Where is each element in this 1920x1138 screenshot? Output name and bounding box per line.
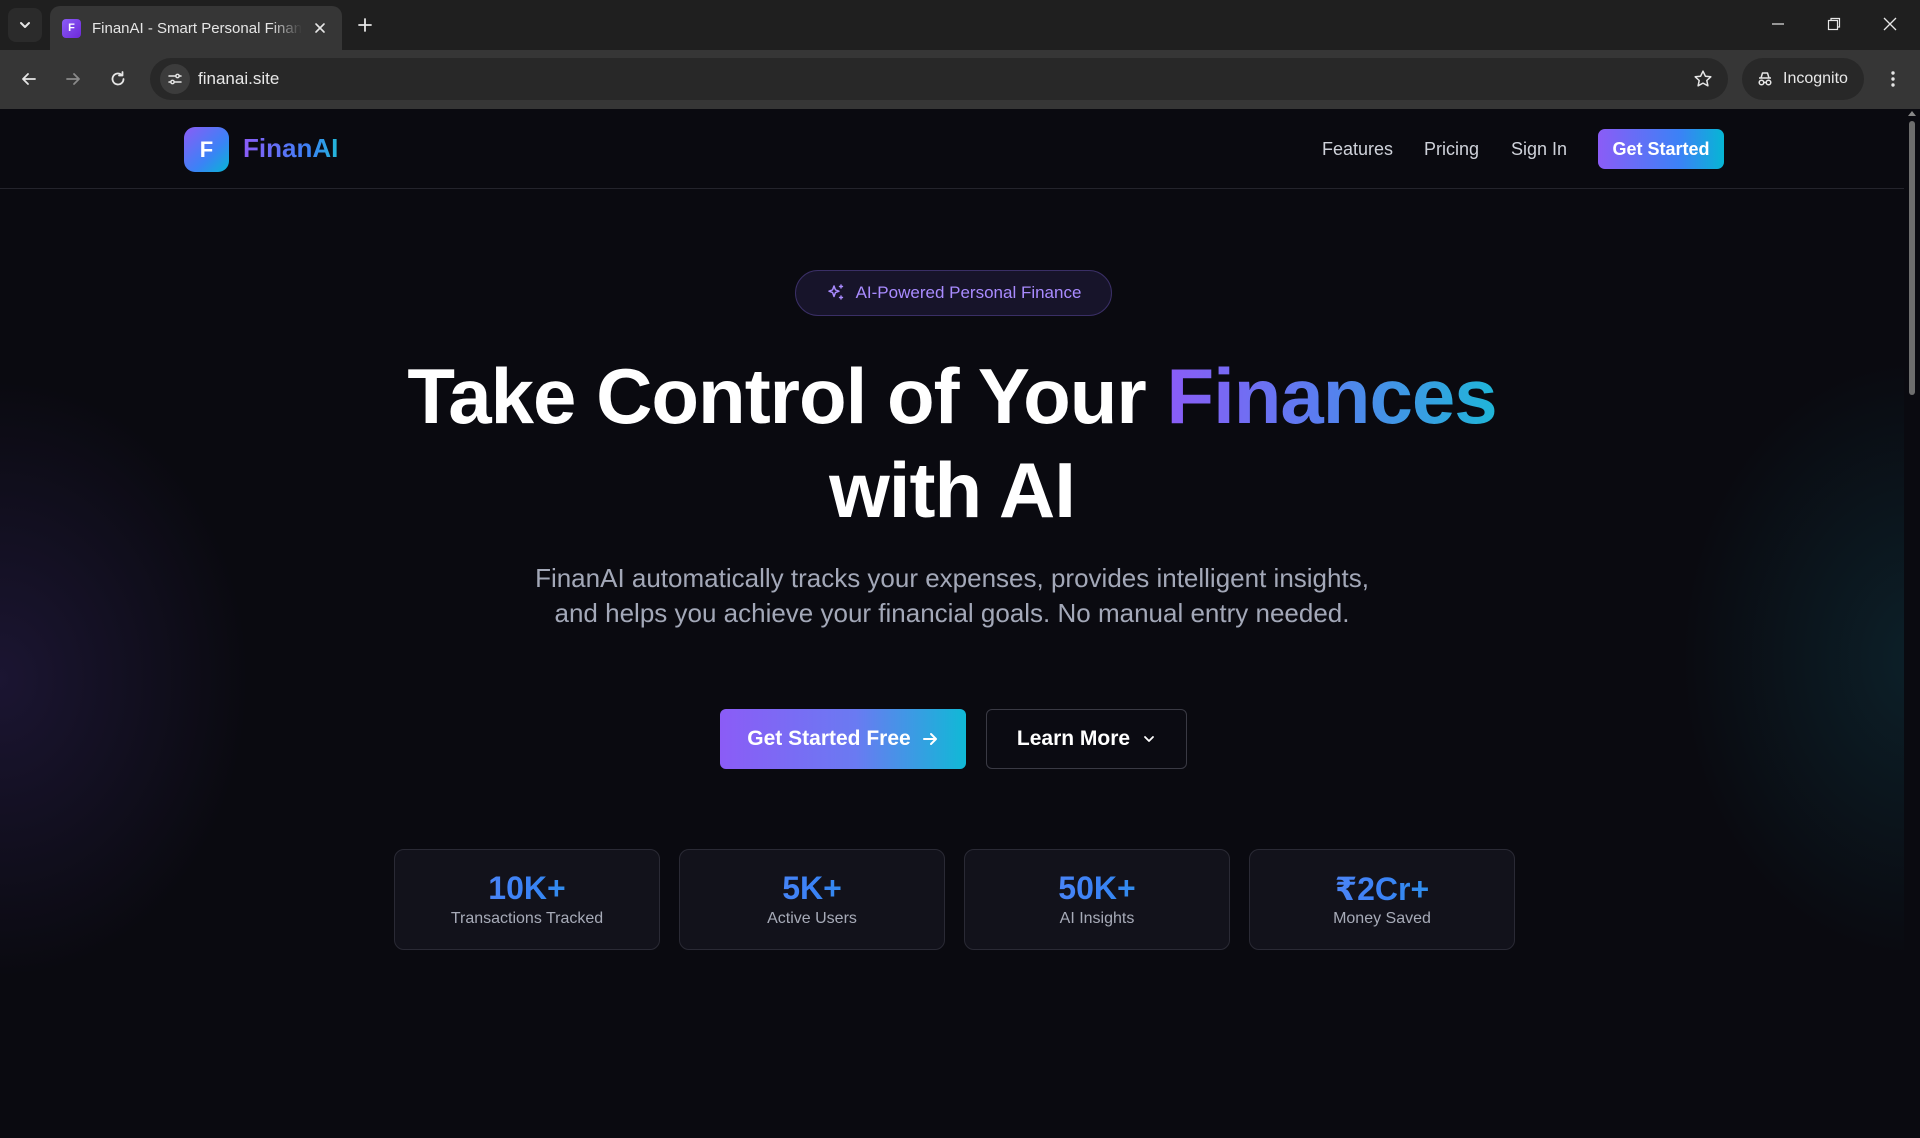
restore-icon — [1827, 17, 1841, 31]
minimize-icon — [1772, 23, 1784, 25]
nav-link-sign-in[interactable]: Sign In — [1511, 139, 1567, 160]
close-icon — [315, 23, 325, 33]
browser-tab-bar: F FinanAI - Smart Personal Finance — [0, 0, 1920, 50]
stat-label: Active Users — [767, 910, 857, 927]
more-vertical-icon — [1891, 71, 1895, 87]
hero-badge: AI-Powered Personal Finance — [795, 270, 1112, 316]
get-started-free-button[interactable]: Get Started Free — [720, 709, 966, 769]
tab-title: FinanAI - Smart Personal Finance — [92, 19, 302, 37]
chevron-down-icon — [20, 22, 30, 28]
stat-card-users: 5K+ Active Users — [679, 849, 945, 950]
stat-value: ₹2Cr+ — [1250, 870, 1514, 908]
browser-toolbar: finanai.site Incognito — [0, 50, 1920, 109]
sparkles-icon — [827, 284, 843, 300]
incognito-icon — [1758, 72, 1772, 86]
get-started-free-label: Get Started Free — [747, 727, 911, 750]
close-icon — [1883, 17, 1897, 31]
chevron-down-icon — [1144, 736, 1154, 742]
browser-tab-active[interactable]: F FinanAI - Smart Personal Finance — [50, 6, 342, 50]
tune-icon — [168, 73, 182, 85]
reload-icon — [111, 71, 125, 86]
address-bar[interactable]: finanai.site — [150, 58, 1728, 100]
restore-button[interactable] — [1806, 0, 1862, 48]
new-tab-button[interactable] — [352, 12, 378, 38]
stat-label: Money Saved — [1333, 910, 1431, 927]
stat-value: 50K+ — [965, 870, 1229, 907]
star-icon — [1694, 70, 1712, 87]
page-scrollbar[interactable] — [1904, 109, 1920, 1138]
arrow-left-icon — [22, 73, 36, 85]
scroll-up-arrow-icon[interactable] — [1908, 111, 1916, 116]
site-info-button[interactable] — [160, 64, 190, 94]
incognito-indicator[interactable]: Incognito — [1742, 58, 1864, 100]
forward-button[interactable] — [56, 62, 90, 96]
stat-value: 10K+ — [395, 870, 659, 907]
hero-badge-label: AI-Powered Personal Finance — [855, 283, 1082, 302]
scrollbar-thumb[interactable] — [1909, 121, 1915, 395]
stat-value: 5K+ — [680, 870, 944, 907]
arrow-right-icon — [66, 73, 80, 85]
headline-highlight: Finances — [1166, 352, 1497, 440]
arrow-right-icon — [922, 733, 937, 745]
learn-more-button[interactable]: Learn More — [986, 709, 1187, 769]
stat-card-transactions: 10K+ Transactions Tracked — [394, 849, 660, 950]
bookmark-button[interactable] — [1692, 68, 1714, 90]
site-header: F FinanAI Features Pricing Sign In Get S… — [0, 109, 1904, 189]
learn-more-label: Learn More — [1016, 727, 1131, 750]
close-window-button[interactable] — [1862, 0, 1918, 48]
hero-description: FinanAI automatically tracks your expens… — [535, 563, 1369, 628]
plus-icon — [358, 18, 372, 32]
logo-icon[interactable]: F — [184, 127, 229, 172]
headline-text: Take Control of Your — [407, 352, 1167, 440]
headline-line-two: with AI — [829, 446, 1076, 534]
stat-label: Transactions Tracked — [450, 910, 604, 927]
hero-headline: Take Control of Your Finances with AI — [0, 349, 1904, 537]
minimize-button[interactable] — [1750, 0, 1806, 48]
url-text[interactable]: finanai.site — [198, 69, 279, 89]
get-started-button[interactable]: Get Started — [1598, 129, 1724, 169]
nav-link-features[interactable]: Features — [1322, 139, 1393, 160]
incognito-label: Incognito — [1783, 70, 1848, 87]
brand-name[interactable]: FinanAI — [243, 133, 338, 164]
tab-favicon-icon: F — [62, 18, 81, 38]
stat-label: AI Insights — [1059, 910, 1135, 927]
tab-search-button[interactable] — [8, 8, 42, 42]
stat-card-insights: 50K+ AI Insights — [964, 849, 1230, 950]
tab-close-button[interactable] — [310, 18, 330, 38]
reload-button[interactable] — [101, 62, 135, 96]
nav-link-pricing[interactable]: Pricing — [1424, 139, 1479, 160]
back-button[interactable] — [12, 62, 46, 96]
page-viewport: F FinanAI Features Pricing Sign In Get S… — [0, 109, 1920, 1138]
stat-card-savings: ₹2Cr+ Money Saved — [1249, 849, 1515, 950]
browser-menu-button[interactable] — [1876, 62, 1910, 96]
